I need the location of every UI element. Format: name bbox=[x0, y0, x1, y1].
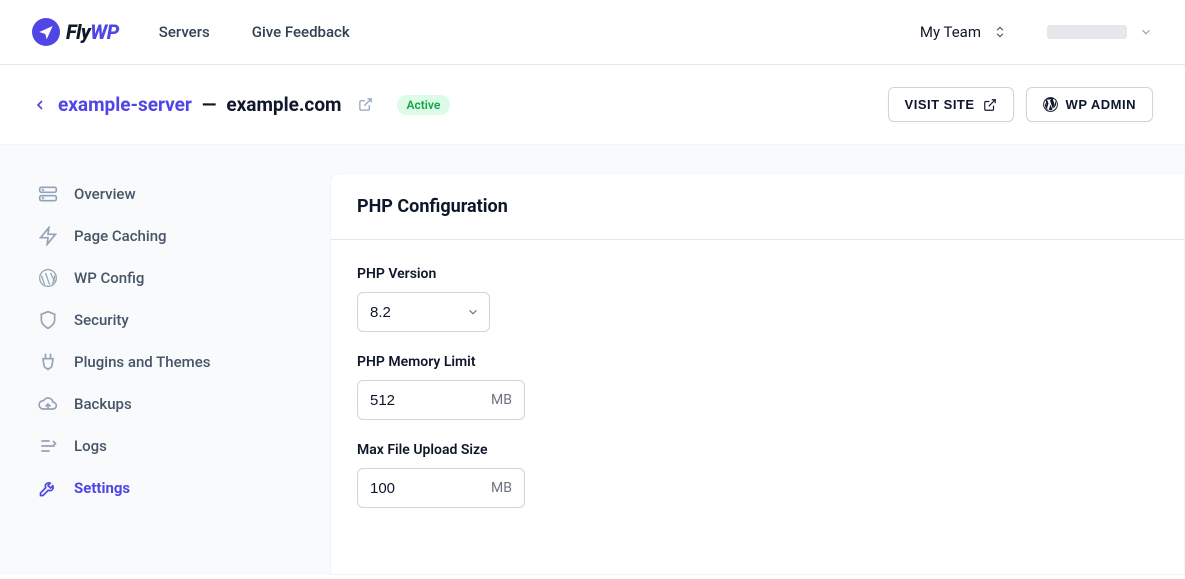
php-version-label: PHP Version bbox=[357, 266, 1158, 282]
nav-servers[interactable]: Servers bbox=[159, 23, 210, 41]
external-link-icon[interactable] bbox=[358, 97, 373, 112]
memory-unit: MB bbox=[479, 392, 524, 408]
visit-site-button[interactable]: VISIT SITE bbox=[888, 87, 1014, 122]
user-name bbox=[1047, 25, 1127, 39]
logo-mark-icon bbox=[32, 18, 60, 46]
breadcrumb-separator: — bbox=[202, 93, 216, 116]
topbar: FlyWP Servers Give Feedback My Team bbox=[0, 0, 1185, 65]
breadcrumb: example-server — example.com Active bbox=[32, 93, 450, 116]
sidebar-item-label: Security bbox=[74, 311, 129, 329]
user-menu[interactable] bbox=[1047, 25, 1153, 39]
sidebar-item-overview[interactable]: Overview bbox=[32, 173, 282, 215]
sidebar-item-label: Plugins and Themes bbox=[74, 353, 210, 371]
logo[interactable]: FlyWP bbox=[32, 18, 119, 46]
shield-icon bbox=[38, 310, 58, 330]
server-icon bbox=[38, 184, 58, 204]
nav-links: Servers Give Feedback bbox=[159, 23, 350, 41]
sidebar-item-label: WP Config bbox=[74, 269, 144, 287]
upload-size-input[interactable] bbox=[358, 469, 479, 507]
team-switcher[interactable]: My Team bbox=[920, 23, 1007, 41]
nav-feedback[interactable]: Give Feedback bbox=[252, 23, 350, 41]
team-label: My Team bbox=[920, 23, 981, 41]
status-badge: Active bbox=[397, 95, 451, 115]
wp-admin-button[interactable]: WP ADMIN bbox=[1026, 87, 1153, 122]
lightning-icon bbox=[38, 226, 58, 246]
server-link[interactable]: example-server bbox=[58, 93, 192, 116]
sidebar-item-label: Page Caching bbox=[74, 227, 167, 245]
memory-limit-label: PHP Memory Limit bbox=[357, 354, 1158, 370]
php-version-select[interactable]: 8.2 bbox=[357, 292, 490, 332]
cloud-icon bbox=[38, 394, 58, 414]
panel-title: PHP Configuration bbox=[357, 196, 1158, 217]
sidebar: Overview Page Caching WP Config Security… bbox=[32, 173, 282, 575]
sidebar-item-security[interactable]: Security bbox=[32, 299, 282, 341]
chevron-up-down-icon bbox=[993, 25, 1007, 39]
plug-icon bbox=[38, 352, 58, 372]
sidebar-item-label: Backups bbox=[74, 395, 132, 413]
sidebar-item-wpconfig[interactable]: WP Config bbox=[32, 257, 282, 299]
external-link-icon bbox=[983, 98, 997, 112]
subheader: example-server — example.com Active VISI… bbox=[0, 65, 1185, 145]
sidebar-item-backups[interactable]: Backups bbox=[32, 383, 282, 425]
site-domain: example.com bbox=[226, 93, 341, 116]
wordpress-icon bbox=[38, 268, 58, 288]
sidebar-item-label: Logs bbox=[74, 437, 107, 455]
sidebar-item-label: Settings bbox=[74, 479, 130, 497]
back-chevron-icon[interactable] bbox=[32, 97, 48, 113]
chevron-down-icon bbox=[1139, 25, 1153, 39]
sidebar-item-logs[interactable]: Logs bbox=[32, 425, 282, 467]
wordpress-icon bbox=[1043, 97, 1058, 112]
upload-unit: MB bbox=[479, 480, 524, 496]
sidebar-item-plugins[interactable]: Plugins and Themes bbox=[32, 341, 282, 383]
sidebar-item-label: Overview bbox=[74, 185, 136, 203]
upload-size-label: Max File Upload Size bbox=[357, 442, 1158, 458]
logo-text: FlyWP bbox=[66, 20, 119, 44]
sidebar-item-caching[interactable]: Page Caching bbox=[32, 215, 282, 257]
settings-panel: PHP Configuration PHP Version 8.2 PHP Me… bbox=[330, 173, 1185, 575]
tools-icon bbox=[38, 478, 58, 498]
visit-site-label: VISIT SITE bbox=[905, 97, 975, 112]
memory-limit-input[interactable] bbox=[358, 381, 479, 419]
panel-header: PHP Configuration bbox=[331, 174, 1184, 240]
logs-icon bbox=[38, 436, 58, 456]
wp-admin-label: WP ADMIN bbox=[1066, 97, 1136, 112]
sidebar-item-settings[interactable]: Settings bbox=[32, 467, 282, 509]
